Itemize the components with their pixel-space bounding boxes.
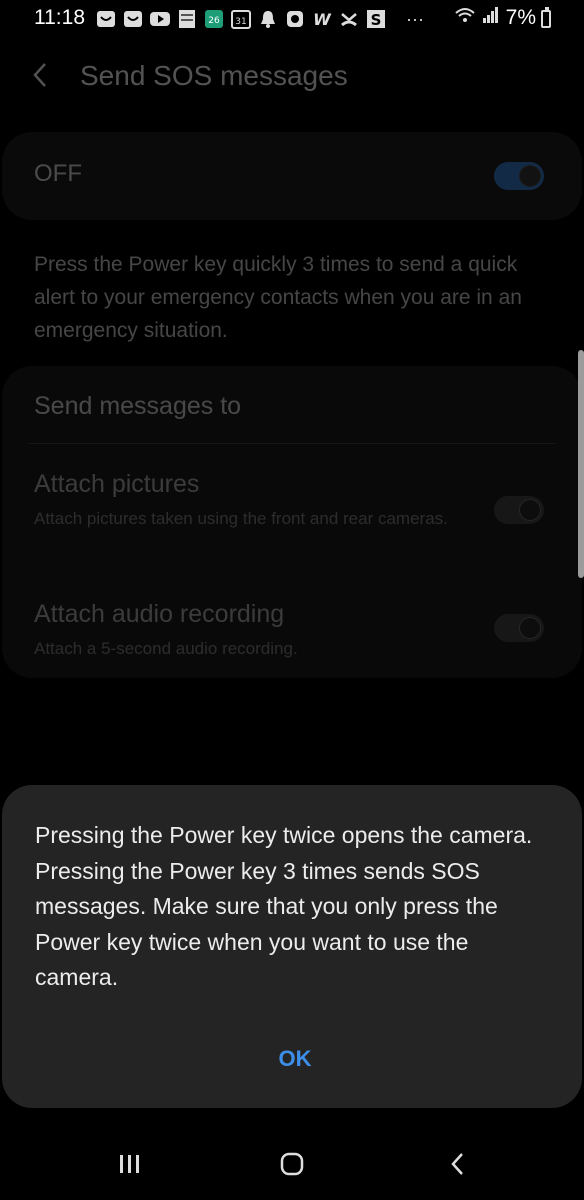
w-icon: W <box>312 9 332 29</box>
master-switch-card[interactable]: OFF <box>2 132 582 220</box>
options-card: Send messages to Attach pictures Attach … <box>2 366 582 678</box>
wifi-icon <box>454 6 476 30</box>
bible-icon <box>177 9 197 29</box>
attach-audio-toggle[interactable] <box>494 614 544 642</box>
send-messages-to-item[interactable]: Send messages to <box>34 392 241 421</box>
svg-text:S: S <box>371 11 382 29</box>
feature-description: Press the Power key quickly 3 times to s… <box>34 253 522 342</box>
battery-percent: 7% <box>505 6 536 29</box>
attach-audio-subtitle: Attach a 5-second audio recording. <box>34 639 298 658</box>
more-icon: ··· <box>406 8 424 29</box>
back-arrow-icon[interactable] <box>30 60 50 90</box>
calendar-31-icon: 31 <box>231 9 251 29</box>
attach-pictures-toggle[interactable] <box>494 496 544 524</box>
master-toggle[interactable] <box>494 162 544 190</box>
page-title: Send SOS messages <box>80 60 348 91</box>
dialog-message: Pressing the Power key twice opens the c… <box>35 822 533 990</box>
toggle-knob <box>519 499 541 521</box>
missed-call-icon <box>339 9 359 29</box>
youtube-icon <box>150 9 170 29</box>
svg-text:31: 31 <box>235 17 246 27</box>
samsung-icon <box>96 9 116 29</box>
status-time: 11:18 <box>34 6 85 29</box>
ok-button[interactable]: OK <box>260 1041 330 1077</box>
samsung-icon <box>123 9 143 29</box>
system-status: 7% <box>454 6 536 30</box>
app-icon <box>285 9 305 29</box>
app-bar: Send SOS messages <box>0 38 584 114</box>
battery-icon <box>541 7 551 28</box>
back-icon[interactable] <box>438 1148 478 1180</box>
svg-text:26: 26 <box>208 16 220 26</box>
attach-pictures-subtitle: Attach pictures taken using the front an… <box>34 509 448 528</box>
notification-icons: 26 31 W S ··· <box>96 8 429 30</box>
attach-audio-title[interactable]: Attach audio recording <box>34 600 284 629</box>
navigation-bar <box>0 1130 584 1200</box>
svg-text:W: W <box>313 10 332 29</box>
s-icon: S <box>366 9 386 29</box>
recents-icon[interactable] <box>110 1148 150 1180</box>
master-switch-label: OFF <box>34 160 82 187</box>
calendar-26-icon: 26 <box>204 9 224 29</box>
toggle-knob <box>519 165 541 187</box>
divider <box>28 443 556 444</box>
home-icon[interactable] <box>272 1148 312 1180</box>
status-bar: 11:18 26 31 W S ··· 7% <box>0 0 584 38</box>
signal-icon <box>482 6 500 30</box>
bell-icon <box>258 9 278 29</box>
toggle-knob <box>519 617 541 639</box>
scrollbar[interactable] <box>578 350 584 578</box>
attach-pictures-title[interactable]: Attach pictures <box>34 470 199 499</box>
power-key-dialog: Pressing the Power key twice opens the c… <box>2 785 582 1108</box>
